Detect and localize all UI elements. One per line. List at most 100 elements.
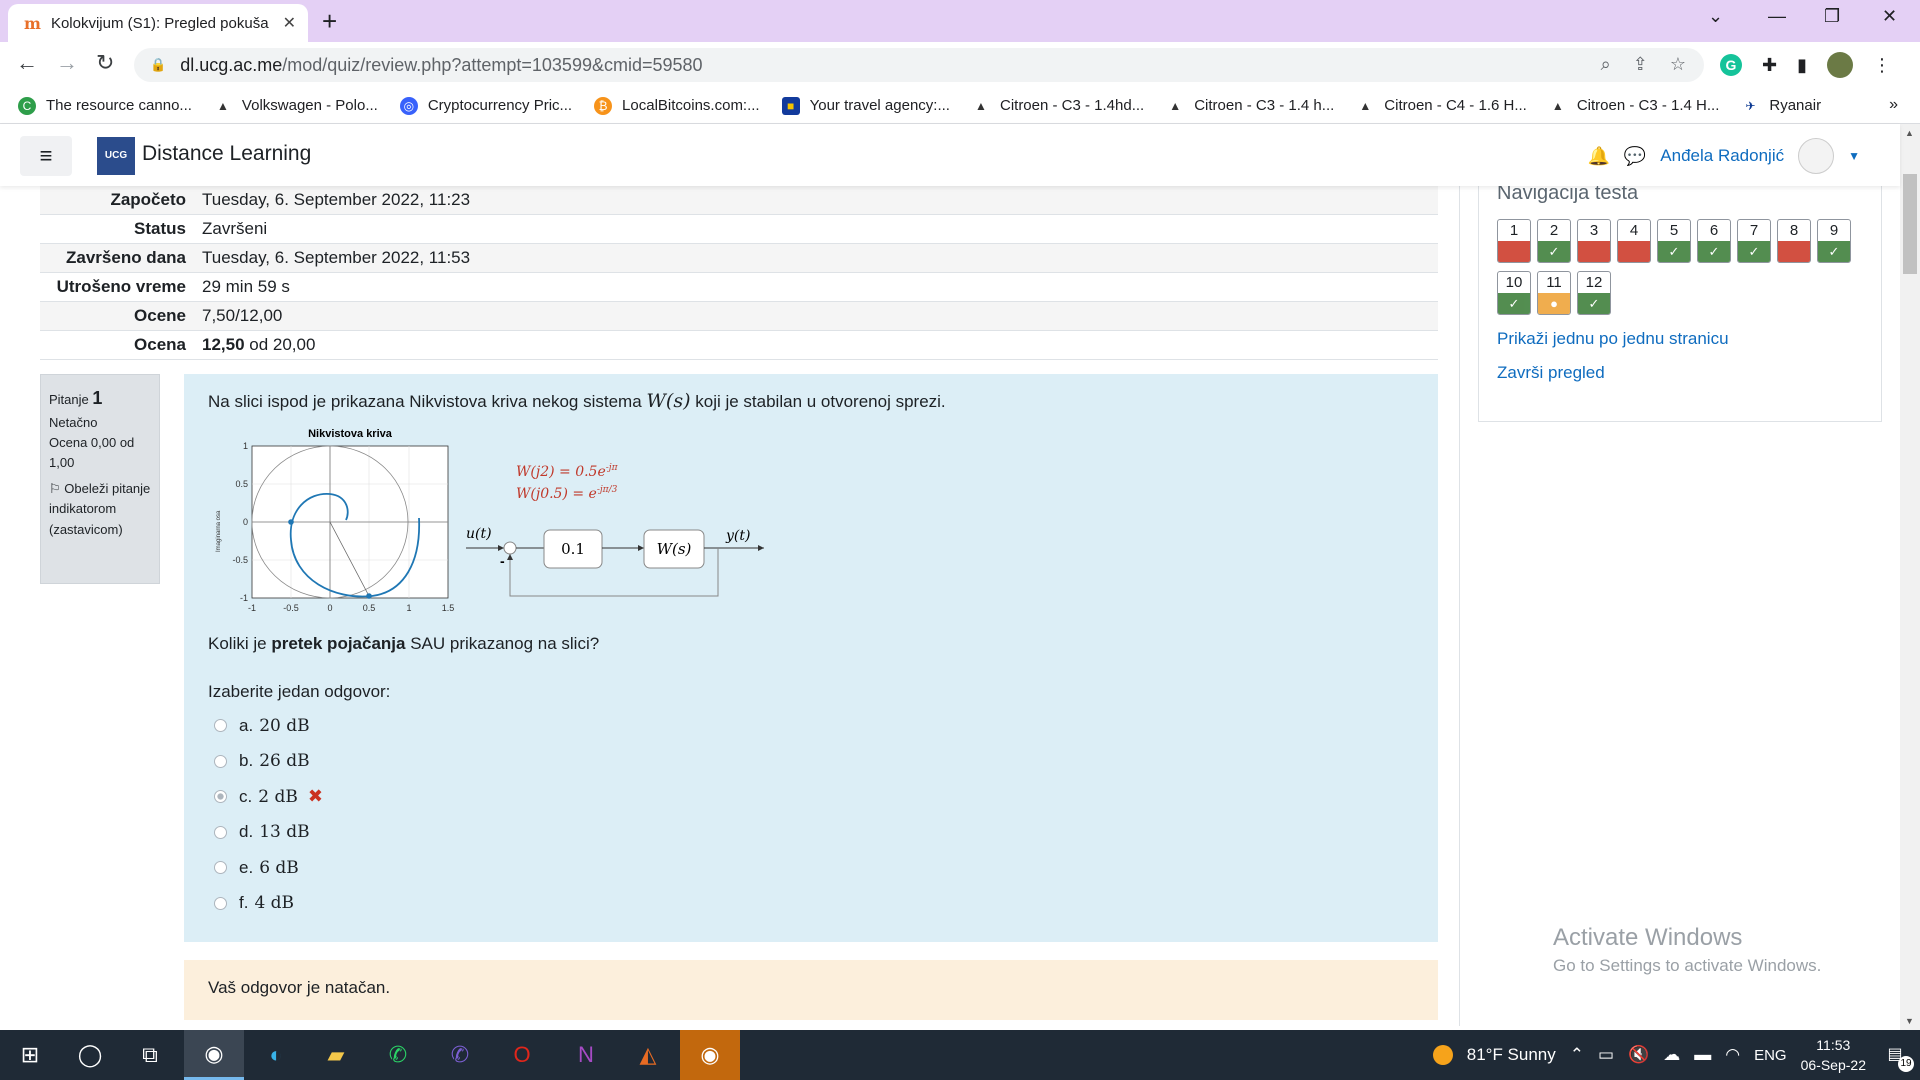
answer-option[interactable]: e. 6 dB [208, 850, 1414, 886]
close-window-icon[interactable]: ✕ [1882, 6, 1897, 27]
radio-button-checked[interactable] [214, 790, 227, 804]
windows-start-icon[interactable]: ⊞ [0, 1030, 60, 1080]
quiz-nav-number: 11 [1546, 274, 1562, 291]
check-icon: ✓ [1538, 241, 1570, 262]
restore-icon[interactable]: ❐ [1824, 6, 1840, 27]
quiz-nav-button[interactable]: 12 ✓ [1577, 271, 1611, 315]
whatsapp-icon[interactable]: ✆ [368, 1030, 428, 1080]
bookmark-item[interactable]: ▲ Citroen - C3 - 1.4 H... [1549, 97, 1720, 115]
radio-button[interactable] [214, 896, 227, 910]
notification-count: 19 [1898, 1056, 1914, 1072]
bookmark-item[interactable]: C The resource canno... [18, 96, 192, 115]
weather-text[interactable]: 81°F Sunny [1467, 1045, 1556, 1065]
onenote-icon[interactable]: N [556, 1030, 616, 1080]
cloud-icon[interactable]: ☁ [1663, 1045, 1680, 1065]
opera-icon[interactable]: O [492, 1030, 552, 1080]
notification-center-icon[interactable]: ▤ 19 [1880, 1040, 1914, 1072]
bookmark-item[interactable]: ▲ Volkswagen - Polo... [214, 97, 378, 115]
grammarly-icon[interactable]: G [1720, 54, 1742, 76]
finish-review-link[interactable]: Završi pregled [1497, 363, 1863, 383]
answer-option[interactable]: d. 13 dB [208, 815, 1414, 851]
quiz-nav-button[interactable]: 6 ✓ [1697, 219, 1731, 263]
clock[interactable]: 11:53 06-Sep-22 [1801, 1035, 1866, 1075]
quiz-nav-button[interactable]: 5 ✓ [1657, 219, 1691, 263]
tab-close-icon[interactable]: ✕ [283, 13, 296, 33]
site-logo[interactable]: UCG [97, 137, 135, 175]
new-tab-icon[interactable]: + [322, 6, 337, 37]
forward-icon[interactable]: → [56, 50, 78, 76]
file-explorer-icon[interactable]: ▰ [306, 1030, 366, 1080]
answer-option[interactable]: c. 2 dB ✖ [208, 779, 1414, 815]
radio-button[interactable] [214, 861, 227, 875]
notifications-bell-icon[interactable]: 🔔 [1587, 146, 1609, 167]
weather-sun-icon[interactable] [1432, 1045, 1453, 1065]
quiz-nav-button[interactable]: 11 ● [1537, 271, 1571, 315]
reload-icon[interactable]: ↻ [96, 50, 114, 76]
edge-taskbar-icon[interactable]: ◐ [246, 1030, 306, 1080]
side-panel-icon[interactable]: ▮ [1797, 55, 1807, 76]
show-one-page-link[interactable]: Prikaži jednu po jednu stranicu [1497, 329, 1863, 349]
quiz-nav-button[interactable]: 8 [1777, 219, 1811, 263]
browser-tab[interactable]: m Kolokvijum (S1): Pregled pokuša ✕ [8, 4, 308, 42]
bookmark-item[interactable]: ■ Your travel agency:... [781, 96, 950, 115]
device-icon[interactable]: ▭ [1598, 1045, 1614, 1065]
radio-button[interactable] [214, 719, 227, 733]
lock-icon[interactable]: 🔒 [150, 57, 166, 73]
zoom-icon[interactable]: ⌕ [1601, 54, 1611, 75]
wifi-icon[interactable]: ◠ [1725, 1045, 1740, 1065]
quiz-nav-button[interactable]: 7 ✓ [1737, 219, 1771, 263]
chrome-taskbar-icon[interactable]: ◉ [680, 1030, 740, 1080]
question-grade: Ocena 0,00 od 1,00 [49, 435, 135, 471]
quiz-nav-button[interactable]: 9 ✓ [1817, 219, 1851, 263]
quiz-nav-button[interactable]: 4 [1617, 219, 1651, 263]
page-scrollbar[interactable]: ▲ ▼ [1900, 124, 1920, 1030]
minimize-icon[interactable]: — [1768, 6, 1786, 27]
bookmark-item[interactable]: ◎ Cryptocurrency Pric... [399, 96, 572, 115]
answer-option[interactable]: f. 4 dB [208, 886, 1414, 922]
scroll-up-icon[interactable]: ▲ [1905, 128, 1914, 138]
bookmark-item[interactable]: ✈ Ryanair [1741, 97, 1821, 115]
svg-text:-1: -1 [248, 603, 256, 613]
share-icon[interactable]: ⇪ [1633, 54, 1648, 75]
profile-avatar[interactable] [1827, 52, 1853, 78]
task-view-icon[interactable]: ⧉ [120, 1030, 180, 1080]
quiz-nav-button[interactable]: 10 ✓ [1497, 271, 1531, 315]
chrome-taskbar-icon[interactable]: ◉ [184, 1030, 244, 1080]
site-name[interactable]: Distance Learning [142, 142, 311, 166]
back-icon[interactable]: ← [16, 50, 38, 76]
radio-button[interactable] [214, 754, 227, 768]
answer-option[interactable]: a. 20 dB [208, 708, 1414, 744]
flag-question-link[interactable]: ⚐ Obeleži pitanje indikatorom (zastavico… [49, 479, 151, 539]
matlab-icon[interactable]: ◭ [618, 1030, 678, 1080]
quiz-nav-button[interactable]: 2 ✓ [1537, 219, 1571, 263]
bookmark-star-icon[interactable]: ☆ [1670, 54, 1686, 75]
answer-option[interactable]: b. 26 dB [208, 744, 1414, 780]
menu-hamburger-icon[interactable]: ≡ [20, 136, 72, 176]
search-icon[interactable]: ◯ [60, 1030, 120, 1080]
user-avatar[interactable] [1798, 138, 1835, 174]
bookmarks-overflow-icon[interactable]: » [1889, 96, 1898, 114]
radio-button[interactable] [214, 825, 227, 839]
viber-icon[interactable]: ✆ [430, 1030, 490, 1080]
bookmark-item[interactable]: ▲ Citroen - C3 - 1.4hd... [972, 97, 1144, 115]
language-indicator[interactable]: ENG [1754, 1047, 1787, 1064]
bookmark-item[interactable]: ▲ Citroen - C3 - 1.4 h... [1166, 97, 1334, 115]
messages-chat-icon[interactable]: 💬 [1624, 146, 1646, 167]
address-bar[interactable]: 🔒 dl.ucg.ac.me/mod/quiz/review.php?attem… [134, 48, 1704, 82]
scroll-down-icon[interactable]: ▼ [1905, 1016, 1914, 1026]
user-menu-name[interactable]: Anđela Radonjić [1660, 146, 1784, 166]
svg-text:-0.5: -0.5 [232, 555, 248, 565]
volume-muted-icon[interactable]: 🔇 [1628, 1045, 1649, 1065]
quiz-nav-button[interactable]: 3 [1577, 219, 1611, 263]
battery-icon[interactable]: ▬ [1694, 1045, 1711, 1065]
bookmark-item[interactable]: ₿ LocalBitcoins.com:... [594, 96, 760, 115]
chevron-up-icon[interactable]: ⌃ [1570, 1045, 1584, 1065]
bookmark-item[interactable]: ▲ Citroen - C4 - 1.6 H... [1356, 97, 1527, 115]
tab-search-chevron-icon[interactable]: ⌄ [1708, 6, 1723, 27]
quiz-nav-button[interactable]: 1 [1497, 219, 1531, 263]
scrollbar-thumb[interactable] [1903, 174, 1917, 274]
summary-row: Utrošeno vreme 29 min 59 s [40, 273, 1438, 302]
extensions-puzzle-icon[interactable]: ✚ [1762, 55, 1777, 76]
chrome-menu-icon[interactable]: ⋮ [1873, 55, 1891, 76]
chevron-down-icon[interactable]: ▼ [1848, 149, 1860, 163]
